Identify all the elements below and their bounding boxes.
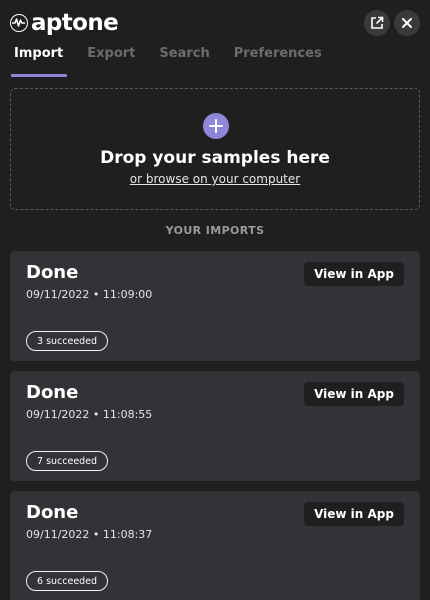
tab-bar: Import Export Search Preferences <box>10 46 346 78</box>
close-button[interactable] <box>394 10 420 36</box>
import-timestamp: 09/11/2022 • 11:08:37 <box>26 528 153 541</box>
external-link-icon <box>371 16 384 29</box>
plus-icon <box>203 113 229 139</box>
drop-zone[interactable]: Drop your samples here or browse on your… <box>10 88 420 210</box>
import-timestamp: 09/11/2022 • 11:09:00 <box>26 288 153 301</box>
import-status: Done <box>26 262 79 283</box>
import-card: Done 09/11/2022 • 11:09:00 View in App 3… <box>10 251 420 361</box>
success-count-badge: 3 succeeded <box>26 331 109 351</box>
close-icon <box>402 18 412 28</box>
tab-preferences[interactable]: Preferences <box>234 46 322 78</box>
import-status: Done <box>26 382 79 403</box>
tab-search[interactable]: Search <box>159 46 209 78</box>
waveform-icon <box>10 14 28 32</box>
tab-import[interactable]: Import <box>10 46 68 78</box>
browse-link[interactable]: or browse on your computer <box>130 172 300 186</box>
logo: aptone <box>10 9 119 37</box>
import-status: Done <box>26 502 79 523</box>
header: aptone <box>10 8 420 38</box>
aptone-panel: aptone Import Export Search Preferences … <box>0 0 430 600</box>
success-count-badge: 7 succeeded <box>26 451 109 471</box>
drop-title: Drop your samples here <box>100 148 330 168</box>
view-in-app-button[interactable]: View in App <box>304 262 404 286</box>
view-in-app-button[interactable]: View in App <box>304 502 404 526</box>
brand-name: aptone <box>31 10 119 36</box>
view-in-app-button[interactable]: View in App <box>304 382 404 406</box>
success-count-badge: 6 succeeded <box>26 571 109 591</box>
import-timestamp: 09/11/2022 • 11:08:55 <box>26 408 153 421</box>
tab-export[interactable]: Export <box>87 46 135 78</box>
open-external-button[interactable] <box>364 10 390 36</box>
import-card: Done 09/11/2022 • 11:08:55 View in App 7… <box>10 371 420 481</box>
import-card: Done 09/11/2022 • 11:08:37 View in App 6… <box>10 491 420 600</box>
imports-heading: YOUR IMPORTS <box>165 224 265 237</box>
